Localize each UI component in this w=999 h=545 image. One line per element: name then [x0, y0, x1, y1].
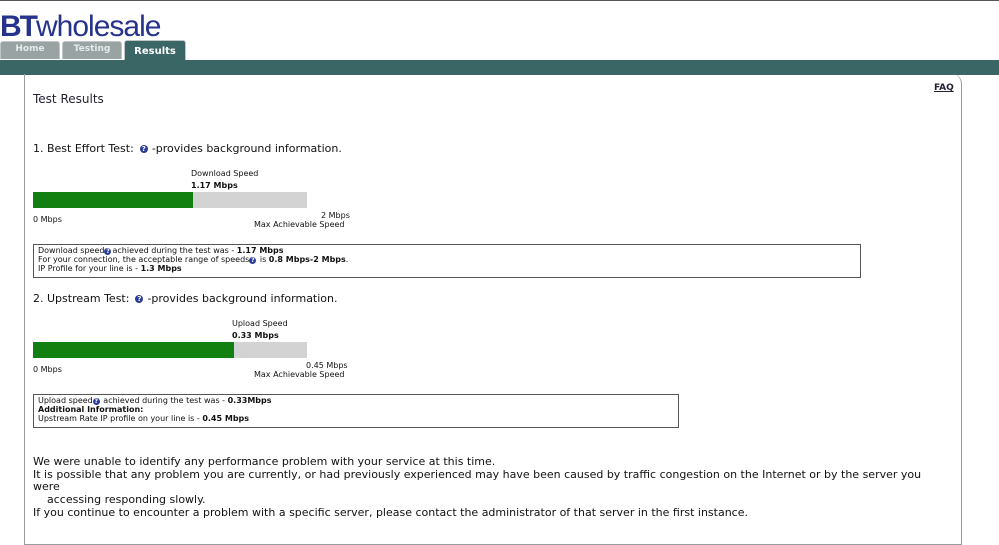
- upstream-profile-text: Upstream Rate IP profile on your line is…: [38, 414, 203, 423]
- best-effort-heading-suffix: -provides background information.: [151, 142, 342, 155]
- upstream-heading-suffix: -provides background information.: [147, 292, 338, 305]
- logo-wholesale: wholesale: [36, 10, 161, 43]
- best-effort-heading: 1. Best Effort Test:? -provides backgroun…: [33, 142, 342, 155]
- range-info-end: .: [345, 255, 349, 264]
- download-info-line3: IP Profile for your line is - 1.3 Mbps: [38, 264, 856, 273]
- upload-info-line1: Upload speed? achieved during the test w…: [38, 396, 674, 405]
- logo-bt: BT: [0, 10, 38, 43]
- upload-speed-meter: [33, 342, 307, 358]
- summary-line3: accessing responding slowly.: [47, 493, 206, 507]
- best-effort-heading-text: 1. Best Effort Test:: [33, 142, 134, 155]
- additional-info-heading: Additional Information:: [38, 405, 144, 414]
- summary-text: We were unable to identify any performan…: [33, 455, 933, 520]
- download-speed-meter-fill: [33, 192, 194, 208]
- download-speed-value: 1.17 Mbps: [191, 181, 238, 190]
- download-info-value: 1.17 Mbps: [236, 246, 284, 255]
- upload-min-label: 0 Mbps: [33, 365, 62, 374]
- download-info-line2: For your connection, the acceptable rang…: [38, 255, 856, 264]
- download-speed-meter: [33, 192, 307, 208]
- bt-wholesale-logo: BTwholesale: [0, 10, 161, 43]
- upload-info-line2: Additional Information:: [38, 405, 674, 414]
- download-speed-label: Download Speed: [191, 169, 259, 178]
- tab-home[interactable]: Home: [0, 41, 60, 59]
- question-circle-icon[interactable]: ?: [92, 398, 100, 405]
- upstream-heading-text: 2. Upstream Test:: [33, 292, 130, 305]
- download-max-value: 2 Mbps: [321, 211, 350, 220]
- download-max-label: Max Achievable Speed: [254, 220, 345, 229]
- upload-info-text: Upload speed: [38, 396, 93, 405]
- faq-link[interactable]: FAQ: [934, 83, 954, 93]
- summary-line1: We were unable to identify any performan…: [33, 455, 496, 468]
- summary-line2: It is possible that any problem you are …: [33, 467, 922, 494]
- ip-profile-text: IP Profile for your line is -: [38, 264, 141, 273]
- page-title: Test Results: [33, 92, 104, 106]
- upstream-profile-value: 0.45 Mbps: [202, 414, 250, 423]
- summary-line4: If you continue to encounter a problem w…: [33, 505, 748, 519]
- question-circle-icon[interactable]: ?: [135, 295, 144, 303]
- tab-testing[interactable]: Testing: [62, 41, 122, 59]
- download-info-text: Download speed: [38, 246, 105, 255]
- upload-max-label: Max Achievable Speed: [254, 370, 345, 379]
- download-min-label: 0 Mbps: [33, 215, 62, 224]
- question-circle-icon[interactable]: ?: [249, 257, 257, 264]
- upstream-heading: 2. Upstream Test:? -provides background i…: [33, 292, 338, 305]
- range-info-text2: is: [257, 255, 269, 264]
- download-info-line1: Download speed? achieved during the test …: [38, 246, 856, 255]
- nav-bar: [0, 60, 999, 75]
- upload-speed-label: Upload Speed: [232, 319, 288, 328]
- upload-max-value: 0.45 Mbps: [306, 361, 348, 370]
- question-circle-icon[interactable]: ?: [104, 248, 112, 255]
- download-info-box: Download speed? achieved during the test …: [33, 244, 861, 278]
- range-info-value: 0.8 Mbps-2 Mbps: [268, 255, 346, 264]
- upload-info-value: 0.33Mbps: [227, 396, 272, 405]
- upload-speed-meter-fill: [33, 342, 234, 358]
- upload-info-line3: Upstream Rate IP profile on your line is…: [38, 414, 674, 423]
- ip-profile-value: 1.3 Mbps: [140, 264, 182, 273]
- download-info-text2: achieved during the test was -: [112, 246, 237, 255]
- range-info-text: For your connection, the acceptable rang…: [38, 255, 250, 264]
- upload-info-box: Upload speed? achieved during the test w…: [33, 394, 679, 428]
- tab-results[interactable]: Results: [124, 40, 186, 60]
- upload-info-text2: achieved during the test was -: [100, 396, 228, 405]
- question-circle-icon[interactable]: ?: [139, 145, 148, 153]
- top-border: [0, 0, 999, 1]
- upload-speed-value: 0.33 Mbps: [232, 331, 279, 340]
